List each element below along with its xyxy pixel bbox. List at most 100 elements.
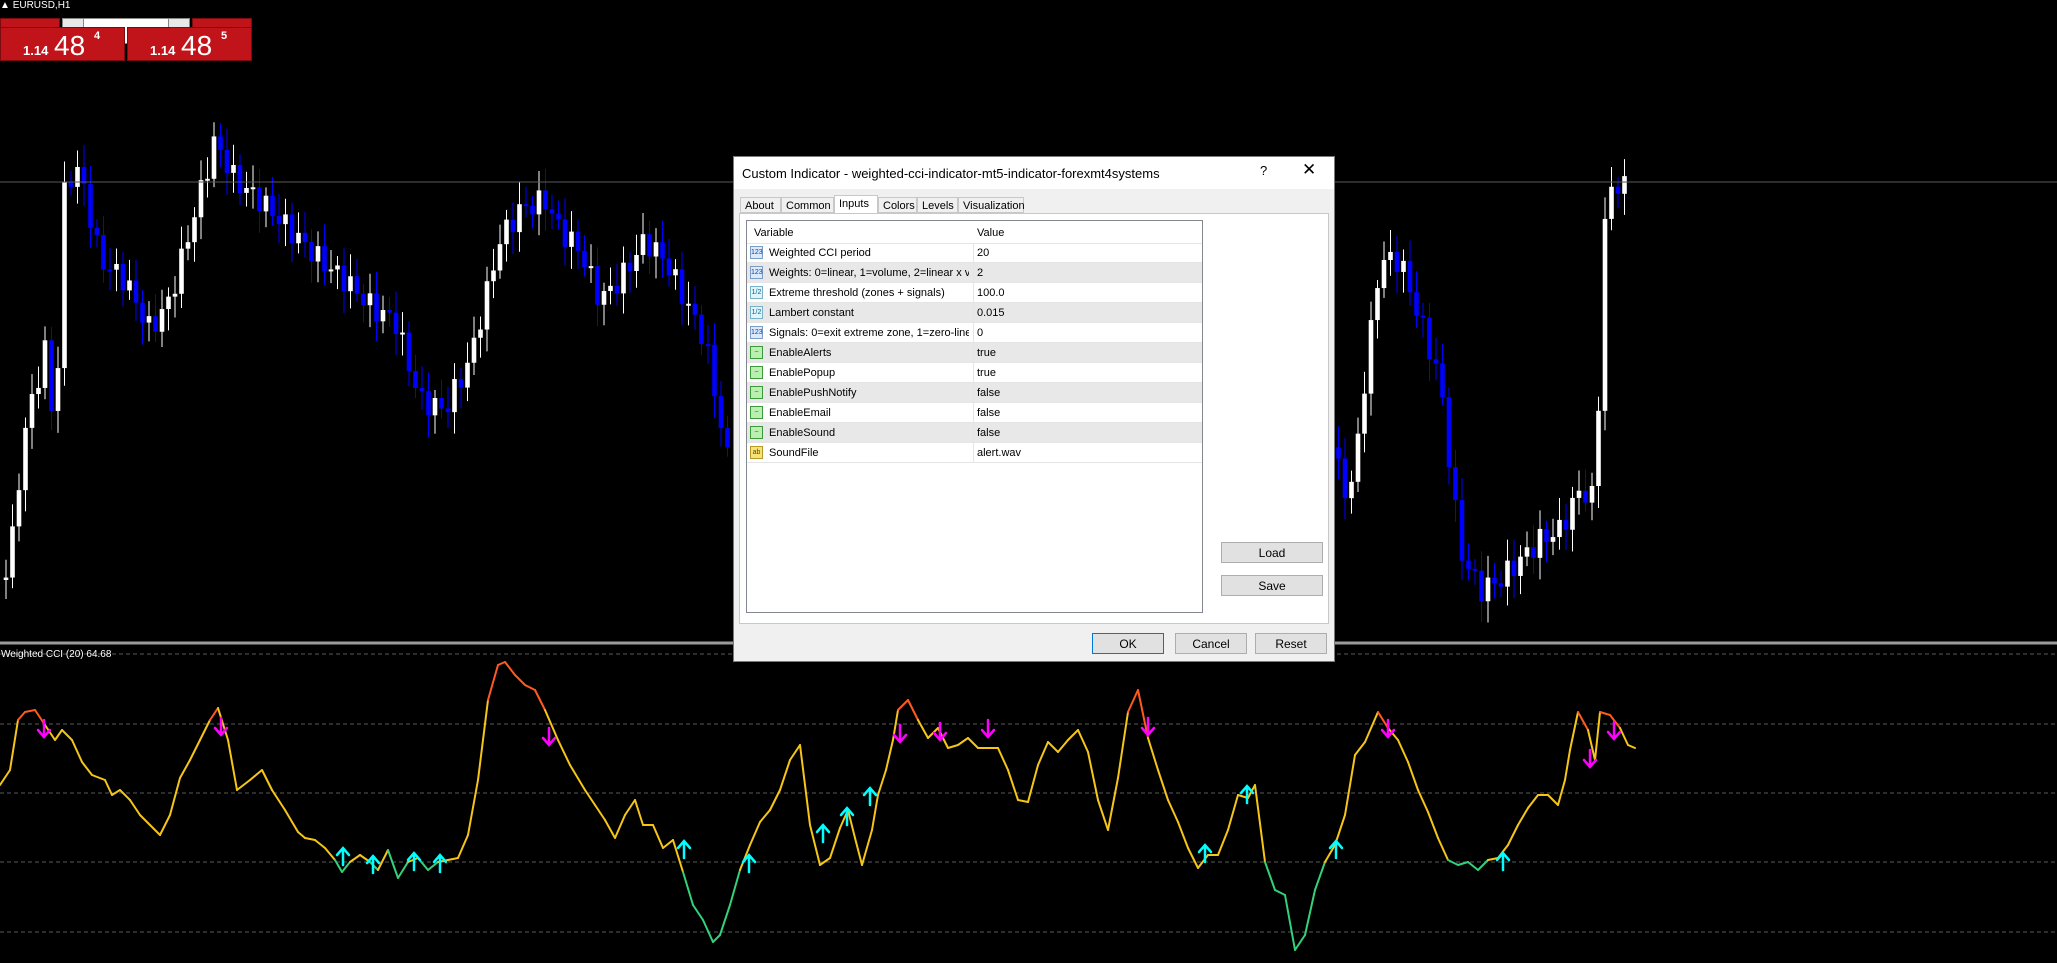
variable-value[interactable]: 2 [977, 267, 983, 279]
cci-segment [719, 904, 731, 936]
close-icon[interactable]: ✕ [1302, 160, 1316, 180]
cci-segment [524, 684, 536, 691]
bearish-candle [270, 195, 275, 216]
double-type-icon: 1/2 [750, 286, 763, 299]
bullish-candle [23, 427, 28, 491]
variable-value[interactable]: false [977, 407, 1000, 419]
boolean-type-icon: ~ [750, 426, 763, 439]
cci-segment [1294, 934, 1306, 951]
bearish-candle [257, 187, 262, 212]
help-icon[interactable]: ? [1260, 163, 1267, 178]
cci-segment [324, 847, 336, 861]
bullish-candle [75, 166, 80, 187]
cci-segment [1467, 861, 1479, 871]
cci-segment [584, 789, 596, 806]
variable-value[interactable]: true [977, 347, 996, 359]
inputs-table[interactable]: Variable Value 123 Weighted CCI period 20 1… [746, 220, 1203, 613]
variable-value[interactable]: 20 [977, 247, 989, 259]
column-divider [973, 243, 974, 263]
bullish-candle [491, 270, 496, 282]
bearish-candle [1466, 560, 1471, 569]
tab-levels[interactable]: Levels [917, 197, 958, 213]
table-row[interactable]: ab SoundFile alert.wav [747, 443, 1202, 463]
bearish-candle [1492, 577, 1497, 584]
bearish-candle [718, 396, 724, 429]
variable-value[interactable]: alert.wav [977, 447, 1021, 459]
dialog-title: Custom Indicator - weighted-cci-indicato… [742, 166, 1160, 181]
load-button[interactable]: Load [1221, 542, 1323, 563]
bearish-candle [426, 391, 431, 416]
variable-value[interactable]: false [977, 387, 1000, 399]
variable-value[interactable]: 100.0 [977, 287, 1005, 299]
cci-segment [871, 794, 879, 831]
tab-colors[interactable]: Colors [878, 197, 917, 213]
table-row[interactable]: ~ EnablePopup true [747, 363, 1202, 383]
bearish-candle [725, 428, 730, 448]
buy-price-quote[interactable]: 1.14 48 5 [127, 27, 252, 61]
cci-segment [304, 837, 316, 841]
variable-value[interactable]: 0 [977, 327, 983, 339]
column-divider [973, 363, 974, 383]
cci-segment [81, 761, 93, 776]
cci-segment [314, 839, 326, 849]
column-divider [973, 283, 974, 303]
cci-segment [1107, 777, 1119, 831]
variable-value[interactable]: 0.015 [977, 307, 1005, 319]
bearish-candle [81, 166, 87, 185]
cci-segment [9, 719, 19, 771]
cci-segment [1037, 741, 1049, 766]
variable-name: Lambert constant [769, 307, 854, 319]
sell-price-quote[interactable]: 1.14 48 4 [0, 27, 125, 61]
save-button[interactable]: Save [1221, 575, 1323, 596]
bullish-candle [1524, 547, 1530, 557]
cancel-button[interactable]: Cancel [1175, 633, 1247, 654]
cci-segment [729, 869, 741, 906]
cci-segment [1057, 739, 1069, 753]
bearish-candle [1498, 583, 1504, 587]
table-row[interactable]: 1/2 Extreme threshold (zones + signals) 10… [747, 283, 1202, 303]
dialog-title-bar[interactable]: Custom Indicator - weighted-cci-indicato… [734, 157, 1334, 189]
bullish-candle [588, 266, 594, 269]
cci-segment [534, 689, 546, 711]
cci-segment [397, 861, 409, 879]
bullish-candle [452, 379, 457, 413]
tab-inputs[interactable]: Inputs [834, 195, 878, 214]
cci-segment [614, 814, 626, 839]
bearish-candle [1427, 317, 1432, 360]
cci-segment [129, 799, 141, 816]
table-row[interactable]: ~ EnableAlerts true [747, 343, 1202, 363]
table-row[interactable]: 123 Signals: 0=exit extreme zone, 1=zero-… [747, 323, 1202, 343]
bullish-candle [1622, 176, 1627, 194]
tab-common[interactable]: Common [781, 197, 834, 213]
bearish-candle [556, 213, 561, 220]
column-header-value[interactable]: Value [977, 227, 1004, 239]
cci-segment [1067, 729, 1079, 741]
bearish-candle [562, 219, 568, 247]
bearish-candle [627, 262, 633, 271]
column-divider [973, 383, 974, 403]
variable-value[interactable]: false [977, 427, 1000, 439]
cci-segment [236, 779, 251, 791]
tab-visualization[interactable]: Visualization [958, 197, 1025, 213]
cci-segment [1047, 741, 1059, 753]
bearish-candle [393, 312, 399, 335]
cci-line [0, 661, 1636, 951]
reset-button[interactable]: Reset [1255, 633, 1327, 654]
inputs-panel: Variable Value 123 Weighted CCI period 20 1… [739, 213, 1329, 624]
tab-about[interactable]: About [740, 197, 781, 213]
variable-value[interactable]: true [977, 367, 996, 379]
table-row[interactable]: ~ EnableSound false [747, 423, 1202, 443]
cci-segment [1007, 769, 1019, 801]
table-row[interactable]: 123 Weights: 0=linear, 1=volume, 2=linear… [747, 263, 1202, 283]
cci-segment [179, 759, 191, 779]
boolean-type-icon: ~ [750, 386, 763, 399]
table-row[interactable]: 1/2 Lambert constant 0.015 [747, 303, 1202, 323]
column-divider [973, 303, 974, 323]
table-row[interactable]: ~ EnablePushNotify false [747, 383, 1202, 403]
table-row[interactable]: 123 Weighted CCI period 20 [747, 243, 1202, 263]
table-row[interactable]: ~ EnableEmail false [747, 403, 1202, 423]
column-header-variable[interactable]: Variable [754, 227, 794, 239]
bullish-candle [380, 310, 386, 322]
ok-button[interactable]: OK [1092, 633, 1164, 654]
cci-segment [1527, 794, 1539, 809]
